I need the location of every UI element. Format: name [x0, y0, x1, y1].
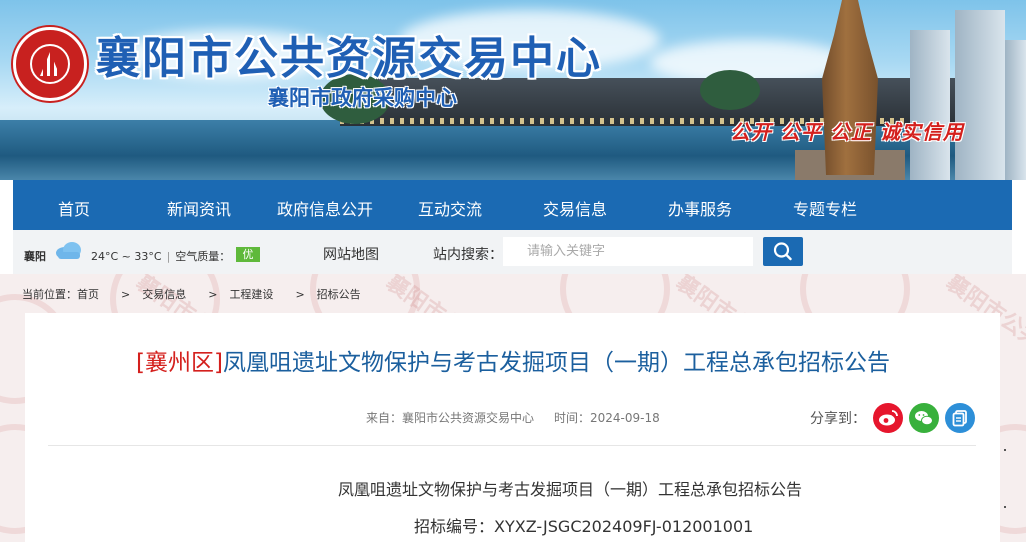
utility-bar: 襄阳 24°C ~ 33°C | 空气质量： 优 网站地图 站内搜索： — [13, 230, 1012, 274]
main-nav: 首页 新闻资讯 政府信息公开 互动交流 交易信息 办事服务 专题专栏 — [13, 180, 1012, 230]
article-district: [襄州区] — [136, 350, 223, 376]
site-title: 襄阳市公共资源交易中心 — [96, 33, 602, 84]
aqi-label: 空气质量： — [175, 250, 231, 263]
sitemap-link[interactable]: 网站地图 — [323, 244, 379, 264]
search-icon — [773, 242, 792, 261]
tender-number-label: 招标编号： — [414, 517, 495, 536]
share-wechat-button[interactable] — [909, 403, 939, 433]
share-copy-button[interactable] — [945, 403, 975, 433]
nav-item-trading[interactable]: 交易信息 — [543, 196, 607, 220]
document-heading: 凤凰咀遗址文物保护与考古发掘项目（一期）工程总承包招标公告 — [338, 480, 803, 499]
breadcrumb-prefix: 当前位置： — [22, 288, 77, 301]
site-slogan: 公开 公平 公正 诚实信用 — [730, 120, 964, 144]
breadcrumb-separator: > — [208, 288, 218, 301]
breadcrumb-home[interactable]: 首页 — [77, 288, 99, 301]
breadcrumb: 当前位置：首页 > 交易信息 > 工程建设 > 招标公告 — [22, 286, 361, 302]
share-weibo-button[interactable] — [873, 403, 903, 433]
cloud-icon — [55, 241, 83, 259]
header-banner: 襄阳市公共资源交易中心 襄阳市政府采购中心 公开 公平 公正 诚实信用 — [0, 0, 1026, 180]
nav-item-gov-info[interactable]: 政府信息公开 — [277, 196, 373, 220]
search-label: 站内搜索： — [433, 247, 503, 263]
article-meta: 来自：襄阳市公共资源交易中心 时间：2024-09-18 — [366, 409, 660, 426]
breadcrumb-tender-notice[interactable]: 招标公告 — [317, 288, 361, 301]
copy-icon — [952, 410, 967, 427]
nav-item-services[interactable]: 办事服务 — [668, 196, 732, 220]
scroll-marker — [1004, 506, 1006, 508]
weather-city: 襄阳 — [24, 250, 46, 263]
article-title: [襄州区]凤凰咀遗址文物保护与考古发掘项目（一期）工程总承包招标公告 — [0, 343, 1026, 377]
tender-number: 招标编号：XYXZ-JSGC202409FJ-012001001 — [414, 513, 753, 537]
temperature-value: 24°C ~ 33°C — [91, 250, 162, 263]
nav-item-news[interactable]: 新闻资讯 — [167, 196, 231, 220]
breadcrumb-trading[interactable]: 交易信息 — [142, 288, 186, 301]
aqi-badge: 优 — [236, 247, 260, 262]
search-input[interactable] — [503, 237, 753, 266]
article-title-text: 凤凰咀遗址文物保护与考古发掘项目（一期）工程总承包招标公告 — [222, 350, 890, 376]
tender-number-value: XYXZ-JSGC202409FJ-012001001 — [494, 517, 754, 536]
breadcrumb-separator: > — [295, 288, 305, 301]
nav-item-interaction[interactable]: 互动交流 — [418, 196, 482, 220]
scroll-marker — [1004, 449, 1006, 451]
nav-item-topics[interactable]: 专题专栏 — [793, 196, 857, 220]
article-divider — [48, 445, 976, 446]
site-subtitle: 襄阳市政府采购中心 — [268, 86, 457, 110]
nav-item-home[interactable]: 首页 — [58, 196, 90, 220]
article-time: 时间：2024-09-18 — [554, 411, 660, 425]
article-source: 来自：襄阳市公共资源交易中心 — [366, 411, 535, 425]
site-logo[interactable] — [13, 27, 87, 101]
share-label: 分享到： — [810, 411, 866, 427]
breadcrumb-engineering[interactable]: 工程建设 — [229, 288, 273, 301]
search-button[interactable] — [763, 237, 803, 266]
weather-temperature: 24°C ~ 33°C | 空气质量： — [91, 250, 231, 263]
breadcrumb-separator: > — [121, 288, 131, 301]
wechat-icon — [915, 411, 933, 426]
weibo-icon — [879, 410, 898, 426]
